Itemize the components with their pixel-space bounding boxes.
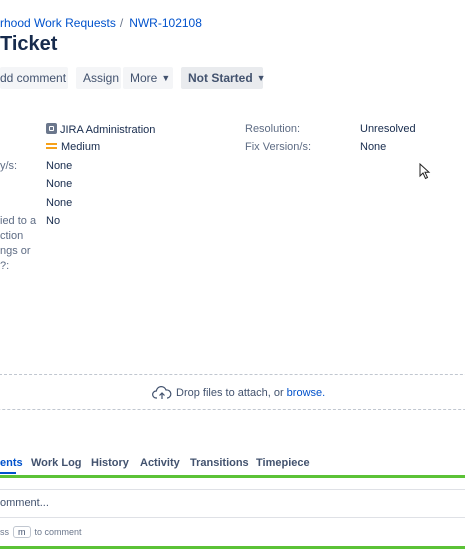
focus-bar-top (0, 475, 465, 478)
add-comment-button[interactable]: dd comment (0, 67, 68, 89)
active-tab-indicator (0, 472, 16, 474)
keyboard-hint: ss m to comment (0, 526, 82, 538)
field-label-applied-line-3: ngs or (0, 245, 31, 257)
drop-zone-label: Drop files to attach, or (176, 387, 284, 399)
chevron-down-icon: ▼ (161, 73, 171, 83)
component-value-text: JIRA Administration (60, 124, 156, 136)
field-label-applied-line-1: ied to a (0, 215, 37, 227)
comment-placeholder: omment... (0, 497, 49, 509)
status-dropdown-button[interactable]: Not Started ▼ (181, 67, 266, 89)
breadcrumb: rhood Work Requests / NWR-102108 (0, 16, 202, 30)
fix-version-value: None (360, 141, 387, 153)
chevron-down-icon: ▼ (256, 73, 266, 83)
field-label-applied-line-4: ?: (0, 260, 10, 272)
breadcrumb-issue-key-link[interactable]: NWR-102108 (129, 16, 202, 30)
more-button-label: More (130, 71, 158, 85)
affects-version-value: None (46, 160, 73, 172)
component-value[interactable]: JIRA Administration (46, 123, 155, 136)
tab-activity[interactable]: Activity (140, 457, 180, 469)
drop-zone-text: Drop files to attach, or browse. (176, 387, 325, 399)
resolution-label: Resolution: (245, 123, 301, 135)
comment-input[interactable] (0, 489, 465, 518)
cloud-upload-icon (152, 386, 172, 399)
assign-button[interactable]: Assign (76, 67, 121, 89)
field-value-none-3: None (46, 197, 73, 209)
tab-work-log[interactable]: Work Log (31, 457, 82, 469)
priority-value: Medium (46, 141, 100, 153)
field-label-affects-version: y/s: (0, 160, 18, 172)
tab-history[interactable]: History (91, 457, 129, 469)
resolution-value: Unresolved (360, 123, 416, 135)
breadcrumb-project-link[interactable]: rhood Work Requests (0, 16, 116, 30)
keyboard-hint-suffix: to comment (34, 527, 82, 537)
tab-comments[interactable]: ents (0, 457, 23, 469)
jira-admin-icon (46, 123, 57, 134)
more-button[interactable]: More ▼ (123, 67, 173, 89)
tab-transitions[interactable]: Transitions (190, 457, 249, 469)
breadcrumb-separator: / (119, 16, 124, 30)
applied-value: No (46, 215, 61, 227)
keyboard-hint-prefix: ss (0, 527, 9, 537)
priority-medium-icon (46, 143, 57, 149)
focus-bar-bottom (0, 546, 465, 549)
status-label: Not Started (188, 71, 253, 85)
tab-timepiece[interactable]: Timepiece (256, 457, 310, 469)
field-value-none-2: None (46, 178, 73, 190)
fix-version-label: Fix Version/s: (245, 141, 312, 153)
priority-value-text: Medium (61, 141, 101, 153)
page-title: Ticket (0, 33, 58, 55)
browse-link[interactable]: browse. (287, 387, 326, 399)
keyboard-key-m: m (13, 526, 31, 538)
mouse-pointer-icon (419, 163, 431, 180)
field-label-applied-line-2: ction (0, 230, 24, 242)
